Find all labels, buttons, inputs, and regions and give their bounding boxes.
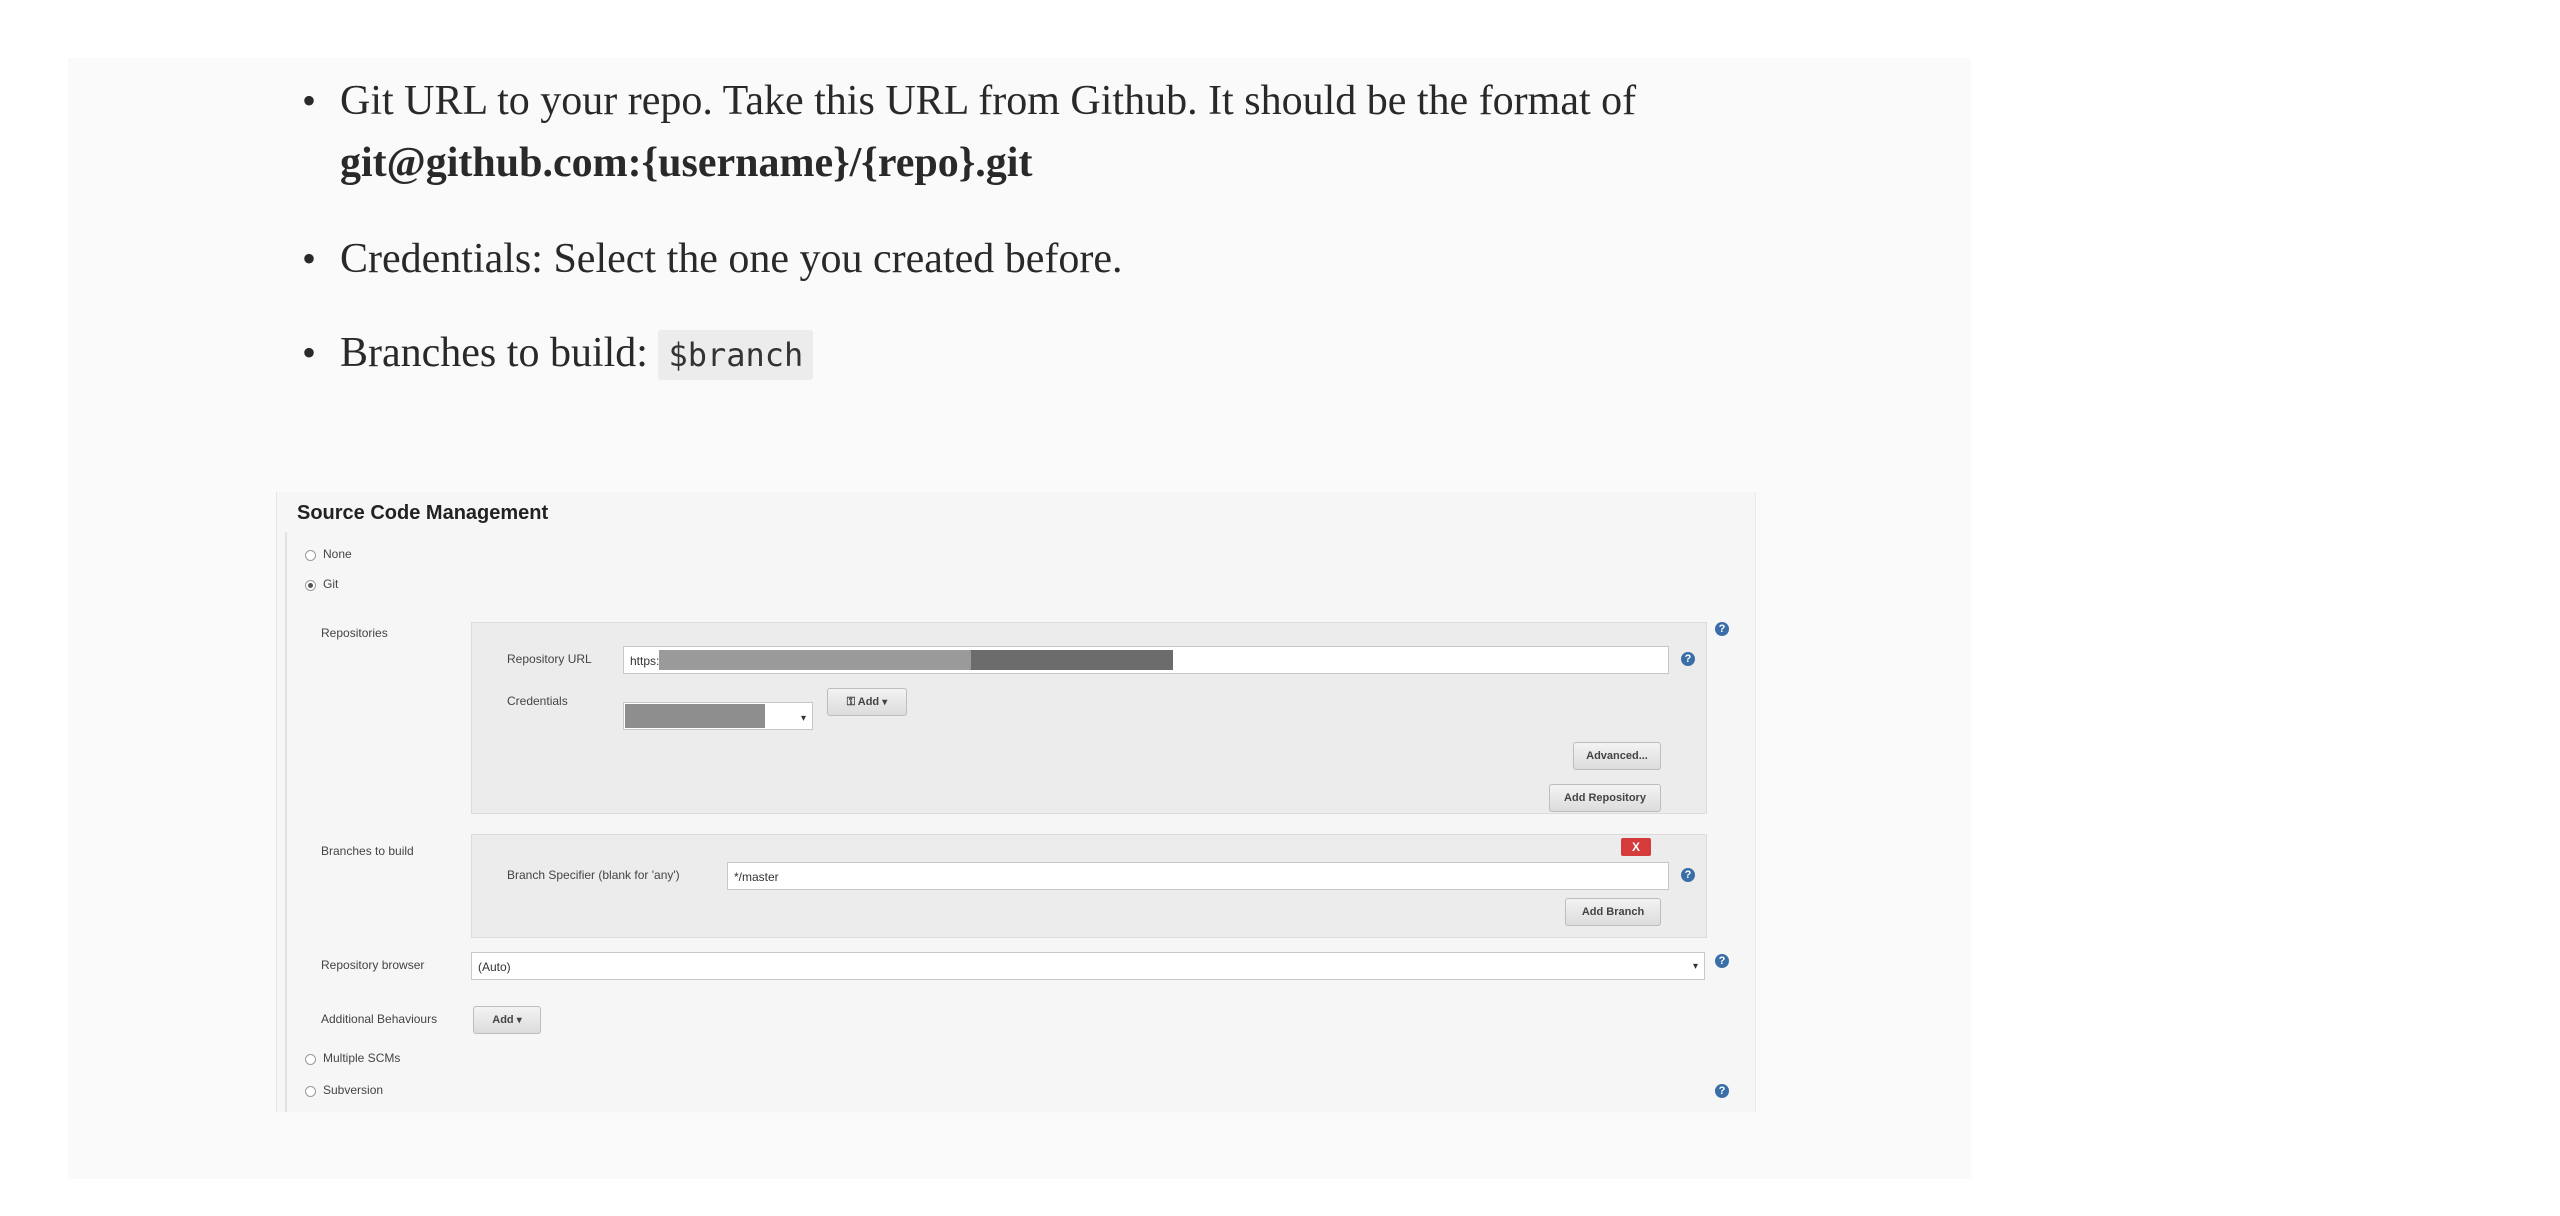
repositories-label: Repositories — [321, 626, 388, 640]
scm-title: Source Code Management — [297, 502, 549, 524]
help-icon[interactable]: ? — [1681, 652, 1695, 666]
list-item-branches: Branches to build: $branch — [302, 322, 1820, 386]
radio-subversion[interactable] — [305, 1086, 316, 1097]
advanced-button[interactable]: Advanced... — [1573, 742, 1661, 770]
help-icon[interactable]: ? — [1715, 1084, 1729, 1098]
help-icon[interactable]: ? — [1715, 954, 1729, 968]
branch-specifier-label: Branch Specifier (blank for 'any') — [507, 868, 680, 882]
credentials-text: Credentials: Select the one you created … — [340, 236, 1123, 282]
key-icon: ⚿ — [846, 696, 856, 708]
help-icon[interactable]: ? — [1715, 622, 1729, 636]
radio-multiple-scms-label: Multiple SCMs — [323, 1051, 401, 1065]
repo-browser-value: (Auto) — [478, 960, 511, 974]
add-branch-button[interactable]: Add Branch — [1565, 898, 1661, 926]
repo-browser-label: Repository browser — [321, 958, 425, 972]
caret-down-icon: ▾ — [882, 697, 888, 708]
credentials-label: Credentials — [507, 694, 568, 708]
delete-branch-button[interactable]: X — [1621, 838, 1651, 856]
redaction — [625, 704, 765, 728]
help-icon[interactable]: ? — [1681, 868, 1695, 882]
branch-specifier-value: */master — [734, 870, 779, 884]
credentials-add-button[interactable]: ⚿ Add ▾ — [827, 688, 907, 716]
branch-specifier-input[interactable]: */master — [727, 862, 1669, 890]
radio-git-label: Git — [323, 577, 339, 591]
radio-none-label: None — [323, 547, 352, 561]
branches-label: Branches to build — [321, 844, 414, 858]
caret-down-icon: ▾ — [516, 1015, 522, 1026]
branches-text: Branches to build: — [340, 330, 659, 376]
redaction — [971, 650, 1173, 670]
additional-add-button[interactable]: Add ▾ — [473, 1006, 541, 1034]
repo-browser-select[interactable]: (Auto) ▾ — [471, 952, 1705, 980]
add-label: Add — [492, 1014, 514, 1026]
section-divider — [285, 532, 287, 1112]
branch-code: $branch — [658, 330, 814, 380]
add-label: Add — [857, 696, 880, 708]
instruction-list: Git URL to your repo. Take this URL from… — [302, 70, 1820, 418]
list-item-git-url: Git URL to your repo. Take this URL from… — [302, 70, 1820, 194]
scm-screenshot: Source Code Management None Git Reposito… — [276, 492, 1756, 1112]
radio-none[interactable] — [305, 550, 316, 561]
git-url-format: git@github.com:{username}/{repo}.git — [340, 140, 1033, 186]
repo-url-label: Repository URL — [507, 652, 592, 666]
caret-down-icon: ▾ — [800, 713, 806, 724]
caret-down-icon: ▾ — [1692, 961, 1698, 972]
list-item-credentials: Credentials: Select the one you created … — [302, 228, 1820, 290]
radio-git[interactable] — [305, 580, 316, 591]
redaction — [659, 650, 971, 670]
additional-behaviours-label: Additional Behaviours — [321, 1012, 438, 1026]
radio-subversion-label: Subversion — [323, 1083, 384, 1097]
git-url-text: Git URL to your repo. Take this URL from… — [340, 78, 1637, 124]
add-repository-button[interactable]: Add Repository — [1549, 784, 1661, 812]
radio-multiple-scms[interactable] — [305, 1054, 316, 1065]
